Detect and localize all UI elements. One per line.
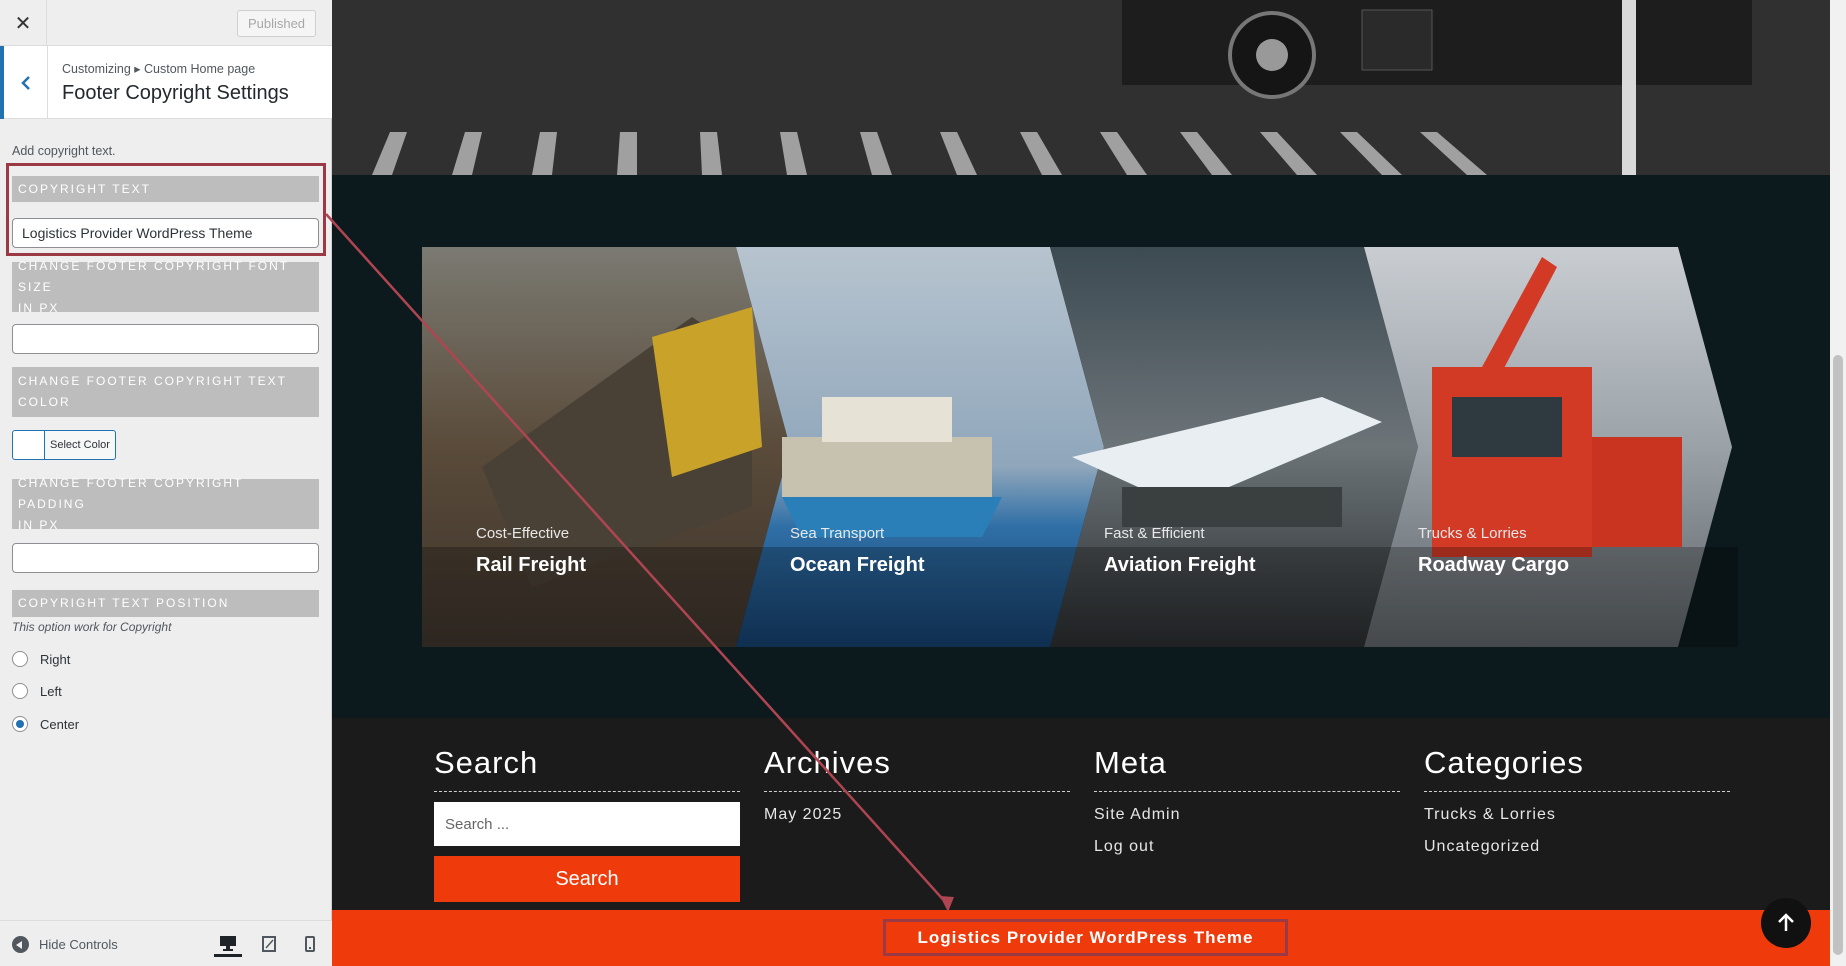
padding-label-line2: IN PX [18,517,60,532]
copyright-bar: Logistics Provider WordPress Theme [332,910,1830,966]
mobile-preview-button[interactable] [296,931,324,957]
arrow-up-icon [1778,913,1794,931]
radio-right[interactable]: Right [12,650,70,668]
services-images [422,247,1738,647]
service-name[interactable]: Ocean Freight [790,554,924,577]
hide-controls-button[interactable]: Hide Controls [12,936,118,953]
section-description: Add copyright text. [12,144,116,158]
copyright-text: Logistics Provider WordPress Theme [883,919,1288,956]
service-caption-aviation: Fast & Efficient Aviation Freight [1104,525,1255,577]
radio-label: Center [40,716,80,732]
chevron-left-icon [20,75,30,90]
panel-header: Customizing ▸ Custom Home page Footer Co… [0,46,332,119]
back-button[interactable] [0,46,48,119]
service-subtitle: Sea Transport [790,525,885,542]
service-subtitle: Trucks & Lorries [1418,525,1527,542]
copyright-text-input[interactable]: Logistics Provider WordPress Theme [12,218,319,248]
radio-button-checked[interactable] [12,716,28,732]
archives-widget: Archives May 2025 [764,745,1070,824]
service-name[interactable]: Roadway Cargo [1418,554,1569,577]
footer-widgets: Search Search ... Search Archives May 20… [332,718,1830,910]
widget-title: Archives [764,745,1070,792]
font-size-label-line2: IN PX [18,300,60,315]
hide-controls-label: Hide Controls [39,937,118,952]
text-color-label: CHANGE FOOTER COPYRIGHT TEXT COLOR [12,367,319,417]
position-label: COPYRIGHT TEXT POSITION [12,590,319,617]
services-strip: Cost-Effective Rail Freight Sea Transpor… [422,247,1738,647]
radio-button[interactable] [12,651,28,667]
search-input[interactable]: Search ... [434,802,740,846]
radio-label: Left [40,683,62,699]
meta-link[interactable]: Log out [1094,838,1400,856]
select-color-button[interactable]: Select Color [12,430,116,460]
search-button[interactable]: Search [434,856,740,902]
text-color-label-line1: CHANGE FOOTER COPYRIGHT TEXT [18,374,287,388]
text-color-label-line2: COLOR [18,395,71,409]
service-name[interactable]: Aviation Freight [1104,554,1255,577]
radio-label: Right [40,651,71,667]
desktop-preview-button[interactable] [214,931,242,957]
widget-title: Search [434,745,740,792]
select-color-label: Select Color [50,439,110,451]
tablet-preview-button[interactable] [255,931,283,957]
service-name[interactable]: Rail Freight [476,554,586,577]
category-link[interactable]: Uncategorized [1424,838,1730,856]
widget-title: Categories [1424,745,1730,792]
radio-button[interactable] [12,683,28,699]
radio-left[interactable]: Left [12,682,62,700]
scrollbar-thumb[interactable] [1833,355,1843,955]
copyright-text-label: COPYRIGHT TEXT [12,176,319,202]
widget-title: Meta [1094,745,1400,792]
position-note: This option work for Copyright [12,620,172,634]
desktop-icon [220,935,236,951]
service-caption-roadway: Trucks & Lorries Roadway Cargo [1418,525,1569,577]
mobile-icon [305,936,315,952]
archive-link[interactable]: May 2025 [764,806,1070,824]
meta-widget: Meta Site Admin Log out [1094,745,1400,856]
sidebar-footer: Hide Controls [0,920,332,966]
service-subtitle: Cost-Effective [476,525,570,542]
breadcrumb: Customizing ▸ Custom Home page [62,62,256,76]
page-title: Footer Copyright Settings [62,82,289,104]
close-icon[interactable]: ✕ [0,0,47,46]
collapse-icon [12,936,29,953]
hero-truck-illustration [332,0,1830,175]
service-subtitle: Fast & Efficient [1104,525,1205,542]
scroll-to-top-button[interactable] [1761,898,1811,948]
padding-label: CHANGE FOOTER COPYRIGHT PADDING IN PX [12,476,319,532]
categories-widget: Categories Trucks & Lorries Uncategorize… [1424,745,1730,856]
hero-image [332,0,1830,175]
category-link[interactable]: Trucks & Lorries [1424,806,1730,824]
tablet-icon [262,936,276,952]
font-size-input[interactable] [12,324,319,354]
font-size-label: CHANGE FOOTER COPYRIGHT FONT SIZE IN PX [12,259,319,315]
padding-input[interactable] [12,543,319,573]
service-caption-rail: Cost-Effective Rail Freight [476,525,586,577]
customizer-sidebar: ✕ Published Customizing ▸ Custom Home pa… [0,0,332,966]
scrollbar[interactable] [1830,0,1846,966]
meta-link[interactable]: Site Admin [1094,806,1400,824]
font-size-label-line1: CHANGE FOOTER COPYRIGHT FONT SIZE [18,258,289,294]
color-swatch [13,431,45,459]
published-button[interactable]: Published [237,10,316,37]
service-caption-ocean: Sea Transport Ocean Freight [790,525,924,577]
radio-center[interactable]: Center [12,715,79,733]
sidebar-header-bar: ✕ Published [0,0,332,46]
search-widget: Search Search ... Search [434,745,740,902]
site-preview: Cost-Effective Rail Freight Sea Transpor… [332,0,1830,966]
padding-label-line1: CHANGE FOOTER COPYRIGHT PADDING [18,475,244,511]
